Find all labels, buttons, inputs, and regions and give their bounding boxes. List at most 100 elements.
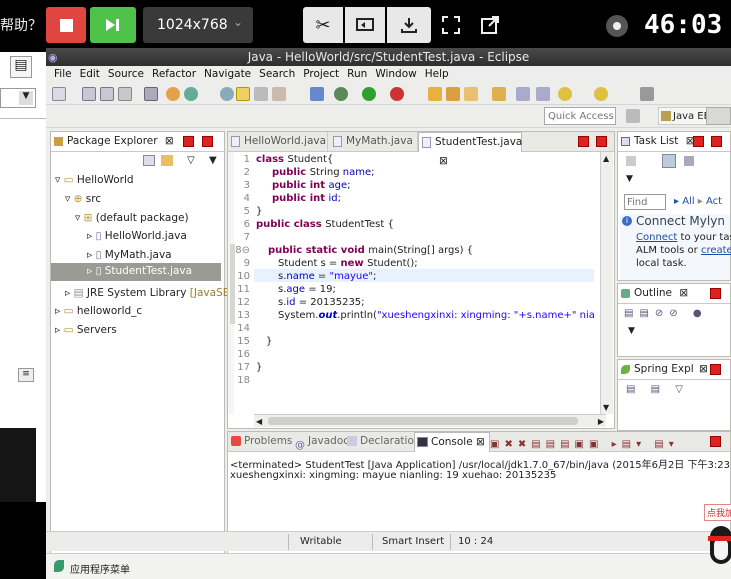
print-icon[interactable] — [118, 87, 132, 101]
open-perspective-icon[interactable] — [626, 109, 640, 123]
close-icon[interactable]: ⊠ — [679, 287, 688, 299]
debug-icon[interactable] — [166, 87, 180, 101]
outline-tab[interactable]: Outline ⊠ — [618, 284, 730, 304]
tab-helloworld-java[interactable]: HelloWorld.java — [228, 132, 328, 151]
external-tools-icon[interactable] — [272, 87, 286, 101]
horizontal-scrollbar[interactable]: ◀ ▶ — [254, 414, 606, 427]
close-icon[interactable]: ⊠ — [476, 436, 485, 448]
tree-item-helloworld-java[interactable]: ▹ ▯ HelloWorld.java — [87, 230, 187, 242]
find-input[interactable] — [624, 194, 666, 210]
tab-studenttest-java[interactable]: StudentTest.java ⊠ — [418, 132, 522, 167]
vertical-scrollbar[interactable]: ▲ ▼ — [600, 152, 613, 414]
menu-project[interactable]: Project — [301, 66, 345, 83]
view-menu-icon-2[interactable]: ▼ — [209, 155, 217, 166]
annotation-icon[interactable] — [464, 87, 478, 101]
tab-console[interactable]: Console ⊠ — [414, 432, 490, 452]
view-menu-icon[interactable]: ▼ — [628, 326, 635, 336]
scroll-left-arrow[interactable]: ◀ — [256, 417, 262, 426]
menu-file[interactable]: File — [52, 66, 78, 83]
perspective-java[interactable] — [706, 107, 731, 125]
menu-search[interactable]: Search — [257, 66, 301, 83]
tab-mymath-java[interactable]: MyMath.java — [330, 132, 418, 151]
tree-item-helloworld[interactable]: ▿ ▭ HelloWorld — [55, 174, 134, 186]
scroll-up-arrow[interactable]: ▲ — [603, 154, 609, 163]
spring-explorer-tab[interactable]: Spring Expl ⊠ — [618, 360, 730, 380]
minimize-button[interactable] — [710, 436, 721, 447]
help-text[interactable]: 帮助？ — [0, 15, 42, 35]
tree-item-studenttest-java[interactable]: ▹ ▯ StudentTest.java — [51, 263, 221, 281]
app-menu-label[interactable]: 应用程序菜单 — [70, 561, 130, 576]
package-explorer-tab[interactable]: Package Explorer ⊠ — [51, 132, 224, 152]
minimize-button[interactable] — [710, 288, 721, 299]
stop-button[interactable] — [46, 7, 86, 43]
new-class-icon[interactable] — [446, 87, 460, 101]
scroll-thumb[interactable] — [268, 417, 578, 425]
tree-item-mymath-java[interactable]: ▹ ▯ MyMath.java — [87, 249, 172, 261]
link-editor-icon[interactable] — [161, 155, 173, 166]
minimize-button[interactable] — [710, 364, 721, 375]
tree-item-src[interactable]: ▿ ⊕ src — [65, 193, 101, 205]
run-icon[interactable] — [362, 87, 376, 101]
tree-item-default-package[interactable]: ▿ ⊞ (default package) — [75, 212, 189, 224]
skip-breakpoints-icon[interactable] — [310, 87, 324, 101]
create-link[interactable]: create — [701, 245, 731, 256]
menu-run[interactable]: Run — [345, 66, 373, 83]
task-list-tab[interactable]: Task List ⊠ — [618, 132, 730, 152]
resolution-select[interactable]: 1024x768 ⌄ — [143, 7, 253, 43]
back-icon[interactable] — [558, 87, 572, 101]
view-menu-icon[interactable]: ▼ — [626, 174, 633, 184]
screen-button[interactable] — [345, 7, 385, 43]
filter-all-link[interactable]: ▸ All ▸ Act — [674, 196, 722, 207]
maximize-button[interactable] — [202, 136, 213, 147]
maximize-button[interactable] — [596, 136, 607, 147]
pin-editor-icon[interactable] — [640, 87, 654, 101]
tree-item-helloworld-c[interactable]: ▹ ▭ helloworld_c — [55, 305, 142, 317]
search-icon[interactable] — [220, 87, 234, 101]
tab-problems[interactable]: Problems — [230, 432, 292, 451]
next-annotation-icon[interactable] — [516, 87, 530, 101]
open-folder-icon[interactable] — [492, 87, 506, 101]
forward-icon[interactable] — [594, 87, 608, 101]
menu-edit[interactable]: Edit — [78, 66, 106, 83]
download-button[interactable] — [387, 7, 431, 43]
open-type-icon[interactable] — [428, 87, 442, 101]
dropdown[interactable]: ▼ — [0, 88, 36, 108]
fullscreen-button[interactable] — [433, 7, 469, 43]
view-menu-icon[interactable]: ▽ — [187, 155, 195, 166]
menu-refactor[interactable]: Refactor — [150, 66, 202, 83]
scroll-down-arrow[interactable]: ▼ — [603, 403, 609, 412]
minimize-button[interactable] — [183, 136, 194, 147]
minimize-button[interactable] — [693, 136, 704, 147]
cut-button[interactable]: ✂ — [303, 7, 343, 43]
new-icon[interactable] — [52, 87, 66, 101]
qq-badge[interactable]: 点我加 — [704, 504, 731, 574]
menu-navigate[interactable]: Navigate — [202, 66, 257, 83]
tab-javadoc[interactable]: @ Javadoc — [294, 432, 349, 451]
save-all-icon[interactable] — [100, 87, 114, 101]
external-link-button[interactable] — [473, 7, 507, 43]
prev-annotation-icon[interactable] — [536, 87, 550, 101]
menu-source[interactable]: Source — [106, 66, 150, 83]
new-task-icon[interactable] — [626, 156, 636, 166]
play-button[interactable] — [90, 7, 136, 43]
tree-item-jre-library[interactable]: ▹ ▤ JRE System Library [JavaSE-1.7] — [65, 287, 254, 299]
code-area[interactable]: class Student{ public String name; publi… — [256, 152, 594, 414]
menu-window[interactable]: Window — [373, 66, 422, 83]
highlight-icon[interactable] — [236, 87, 250, 101]
close-icon[interactable]: ⊠ — [699, 363, 708, 375]
minimize-button[interactable] — [578, 136, 589, 147]
connect-link[interactable]: Connect — [636, 232, 677, 243]
filter-icon[interactable] — [684, 156, 694, 166]
tree-item-servers[interactable]: ▹ ▭ Servers — [55, 324, 117, 336]
quick-access-input[interactable] — [544, 107, 616, 125]
collapse-all-icon[interactable] — [143, 155, 155, 166]
refresh-icon[interactable] — [184, 87, 198, 101]
app-menu-icon[interactable] — [54, 560, 64, 572]
perspective-java-ee[interactable]: Java EE — [658, 107, 711, 125]
pin-icon[interactable] — [254, 87, 268, 101]
scroll-right-arrow[interactable]: ▶ — [598, 417, 604, 426]
menu-help[interactable]: Help — [423, 66, 455, 83]
close-icon[interactable]: ⊠ — [165, 135, 174, 147]
scroll-button[interactable]: ≡ — [18, 368, 34, 382]
tab-declaration[interactable]: Declaration — [346, 432, 421, 451]
